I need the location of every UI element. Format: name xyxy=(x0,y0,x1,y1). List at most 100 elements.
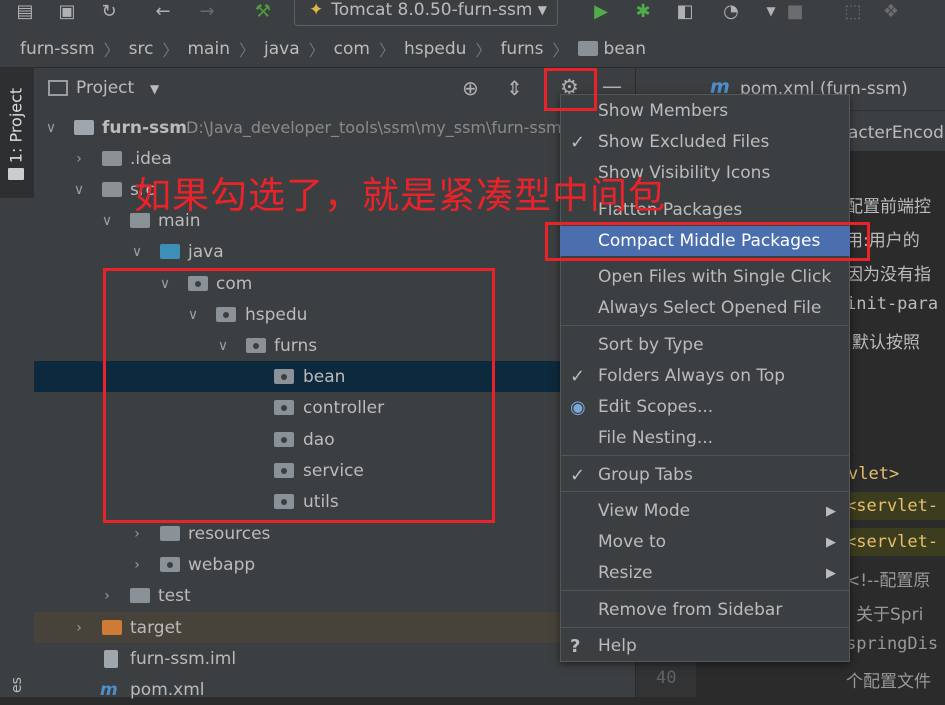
collapse-all-icon[interactable]: ⇕ xyxy=(506,76,523,100)
menu-item-resize[interactable]: Resize ▶ xyxy=(560,558,850,588)
line-number: 40 xyxy=(656,668,677,688)
tree-row-root[interactable]: ∨ furn-ssm D:\Java_developer_tools\ssm\m… xyxy=(34,112,635,143)
tomcat-icon: ✦ xyxy=(309,0,324,20)
code-line: 关于Spri xyxy=(856,605,924,625)
menu-item-label: Help xyxy=(598,636,637,656)
package-folder-icon xyxy=(577,41,598,56)
save-icon[interactable]: ▣ xyxy=(56,0,78,22)
menu-item-show-excluded-files[interactable]: ✓ Show Excluded Files xyxy=(560,127,850,157)
iml-file-icon xyxy=(104,649,118,668)
forward-icon[interactable]: → xyxy=(196,0,218,22)
breadcrumb-item[interactable]: furns xyxy=(500,39,543,59)
profile-icon[interactable]: ◔ xyxy=(720,0,742,22)
menu-item-folders-always-on-top[interactable]: ✓ Folders Always on Top xyxy=(560,361,850,391)
menu-separator xyxy=(560,455,850,456)
menu-item-label: Show Members xyxy=(598,101,729,121)
menu-separator xyxy=(560,491,850,492)
menu-item-label: Move to xyxy=(598,532,667,552)
breadcrumb: furn-ssm 〉 src 〉 main 〉 java 〉 com 〉 hsp… xyxy=(0,30,945,68)
radio-icon: ◉ xyxy=(570,396,586,418)
module-folder-icon xyxy=(74,120,94,135)
menu-item-label: File Nesting... xyxy=(598,428,714,448)
breadcrumb-item[interactable]: java xyxy=(264,39,300,59)
folder-icon xyxy=(102,151,122,166)
main-toolbar: ▤ ▣ ↻ ← → ⚒ ✦ Tomcat 8.0.50-furn-ssm ▼ ▶… xyxy=(0,0,945,30)
breadcrumb-item[interactable]: main xyxy=(188,39,230,59)
tree-path: D:\Java_developer_tools\ssm\my_ssm\furn-… xyxy=(186,118,562,137)
run-config-dropdown[interactable]: ✦ Tomcat 8.0.50-furn-ssm ▼ xyxy=(294,0,558,26)
folder-icon xyxy=(130,588,150,603)
menu-item-group-tabs[interactable]: ✓ Group Tabs xyxy=(560,460,850,490)
attach-icon[interactable]: ⬚ xyxy=(842,0,864,22)
debug-icon[interactable]: ✱ xyxy=(632,0,654,22)
menu-item-remove-from-sidebar[interactable]: Remove from Sidebar xyxy=(560,595,850,625)
resources-folder-icon xyxy=(160,526,180,541)
tree-row-target[interactable]: › target xyxy=(34,612,635,643)
menu-item-label: Resize xyxy=(598,563,653,583)
tree-label: webapp xyxy=(188,554,256,575)
sync-icon[interactable]: ↻ xyxy=(98,0,120,22)
locate-icon[interactable]: ⊕ xyxy=(462,76,479,100)
expand-arrow-icon[interactable]: ∨ xyxy=(100,213,114,229)
run-config-label: Tomcat 8.0.50-furn-ssm xyxy=(331,0,533,20)
collapse-arrow-icon[interactable]: › xyxy=(130,557,144,573)
menu-item-label: Show Excluded Files xyxy=(598,132,770,152)
menu-item-label: Sort by Type xyxy=(598,335,704,355)
editor-tab-filter[interactable]: acterEncodi xyxy=(848,123,945,143)
expand-arrow-icon[interactable]: ∨ xyxy=(72,182,86,198)
tree-row-webapp[interactable]: › webapp xyxy=(34,549,635,580)
annotation-box-gear xyxy=(544,68,597,111)
breadcrumb-item[interactable]: com xyxy=(334,39,370,59)
menu-item-open-files-single-click[interactable]: Open Files with Single Click xyxy=(560,262,850,292)
menu-item-help[interactable]: ? Help xyxy=(560,631,850,661)
tree-row-iml[interactable]: furn-ssm.iml xyxy=(34,643,635,674)
tree-row-test[interactable]: › test xyxy=(34,580,635,611)
collapse-arrow-icon[interactable]: › xyxy=(72,151,86,167)
breadcrumb-item[interactable]: hspedu xyxy=(404,39,466,59)
open-icon[interactable]: ▤ xyxy=(14,0,36,22)
menu-item-file-nesting[interactable]: File Nesting... xyxy=(560,423,850,453)
build-hammer-icon[interactable]: ⚒ xyxy=(252,0,274,22)
back-icon[interactable]: ← xyxy=(152,0,174,22)
menu-item-show-members[interactable]: Show Members xyxy=(560,96,850,126)
code-line: <!--配置原 xyxy=(846,571,931,591)
tree-row-pom[interactable]: m pom.xml xyxy=(34,674,635,705)
code-line: init-para xyxy=(846,294,939,314)
chevron-down-icon[interactable]: ▼ xyxy=(150,82,159,96)
source-folder-icon xyxy=(160,244,180,259)
menu-item-sort-by-type[interactable]: Sort by Type xyxy=(560,330,850,360)
expand-arrow-icon[interactable]: ∨ xyxy=(44,120,58,136)
collapse-arrow-icon[interactable]: › xyxy=(72,620,86,636)
coverage-icon[interactable]: ◧ xyxy=(674,0,696,22)
stop-icon[interactable]: ■ xyxy=(784,0,806,22)
menu-item-label: View Mode xyxy=(598,501,691,521)
breadcrumb-separator-icon: 〉 xyxy=(103,40,120,60)
web-folder-icon xyxy=(160,557,180,572)
code-line: <servlet- xyxy=(846,496,939,516)
project-view-icon xyxy=(48,80,68,96)
collapse-arrow-icon[interactable]: › xyxy=(130,526,144,542)
run-icon[interactable]: ▶ xyxy=(590,0,612,22)
tree-label: test xyxy=(158,585,191,606)
collapse-arrow-icon[interactable]: › xyxy=(100,588,114,604)
menu-item-edit-scopes[interactable]: ◉ Edit Scopes... xyxy=(560,392,850,422)
menu-item-always-select-opened-file[interactable]: Always Select Opened File xyxy=(560,293,850,323)
profile-dropdown-icon[interactable]: ▼ xyxy=(760,0,782,22)
folder-icon xyxy=(8,168,24,180)
breadcrumb-separator-icon: 〉 xyxy=(475,40,492,60)
expand-arrow-icon[interactable]: ∨ xyxy=(130,244,144,260)
tree-label: resources xyxy=(188,523,271,544)
menu-item-label: Open Files with Single Click xyxy=(598,267,832,287)
breadcrumb-item[interactable]: furn-ssm xyxy=(20,39,95,59)
bottom-tool-tab[interactable]: es xyxy=(9,659,25,693)
project-panel-title[interactable]: Project xyxy=(76,78,134,98)
menu-item-label: Group Tabs xyxy=(598,465,693,485)
menu-item-move-to[interactable]: Move to ▶ xyxy=(560,527,850,557)
code-line: 个配置文件 xyxy=(846,672,931,692)
breadcrumb-item[interactable]: src xyxy=(129,39,154,59)
breadcrumb-item[interactable]: bean xyxy=(604,39,646,59)
menu-item-view-mode[interactable]: View Mode ▶ xyxy=(560,496,850,526)
annotation-box-package-tree xyxy=(103,268,495,523)
structure-icon[interactable]: ❖ xyxy=(880,0,902,22)
code-line: 配置前端控 xyxy=(846,197,931,217)
